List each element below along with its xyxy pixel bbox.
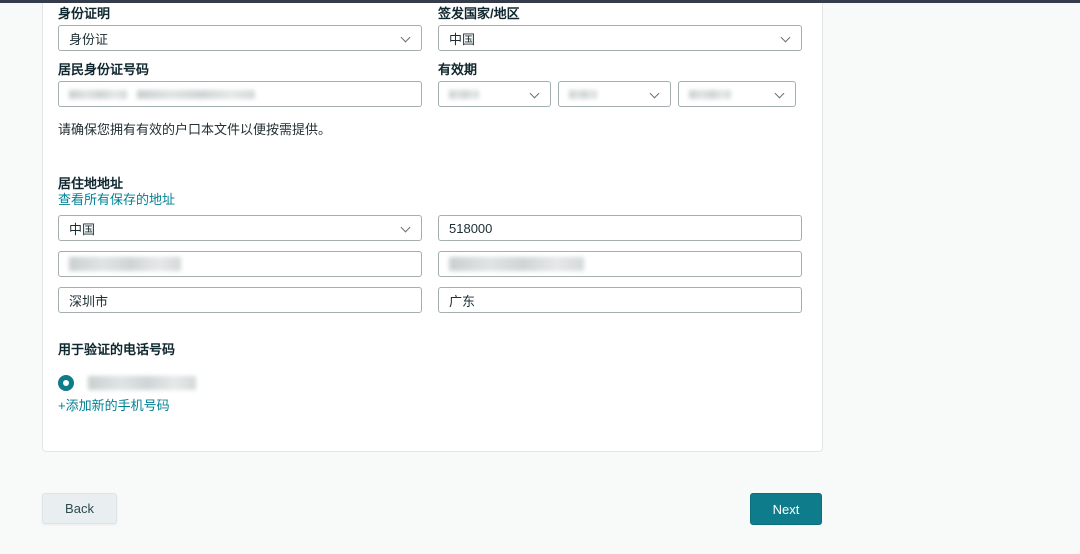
city-input[interactable]: 深圳市	[58, 287, 422, 313]
redacted-value	[449, 90, 479, 99]
identity-proof-value: 身份证	[69, 29, 108, 48]
form-card: 身份证明 身份证 签发国家/地区 中国 居民身份证号码 有效期	[42, 3, 823, 452]
province-value: 广东	[449, 291, 475, 310]
phone-number-redacted	[88, 376, 196, 390]
address-country-value: 中国	[69, 219, 95, 238]
validity-label: 有效期	[438, 63, 802, 77]
id-number-input[interactable]	[58, 81, 422, 107]
id-number-label: 居民身份证号码	[58, 63, 422, 77]
redacted-value	[69, 257, 181, 271]
chevron-down-icon	[401, 223, 411, 233]
issuing-country-label: 签发国家/地区	[438, 7, 802, 21]
id-number-field: 居民身份证号码	[58, 63, 422, 107]
next-button[interactable]: Next	[750, 493, 822, 525]
validity-field: 有效期	[438, 63, 802, 107]
phone-radio-dot	[63, 380, 69, 386]
identity-proof-field: 身份证明 身份证	[58, 7, 422, 51]
phone-option-row	[58, 373, 807, 393]
validity-day-select[interactable]	[438, 81, 551, 107]
validity-month-select[interactable]	[558, 81, 671, 107]
redacted-value	[689, 90, 731, 99]
redacted-value	[449, 257, 584, 271]
address-line1-input[interactable]	[58, 251, 422, 277]
redacted-value	[69, 90, 127, 99]
phone-label: 用于验证的电话号码	[58, 343, 807, 357]
postal-code-value: 518000	[449, 221, 492, 236]
redacted-value	[137, 90, 255, 99]
add-phone-link[interactable]: +添加新的手机号码	[58, 399, 807, 413]
address-line2-input[interactable]	[438, 251, 802, 277]
city-value: 深圳市	[69, 291, 108, 310]
chevron-down-icon	[401, 33, 411, 43]
issuing-country-value: 中国	[449, 29, 475, 48]
issuing-country-field: 签发国家/地区 中国	[438, 7, 802, 51]
address-country-select[interactable]: 中国	[58, 215, 422, 241]
identity-proof-label: 身份证明	[58, 7, 422, 21]
validity-year-select[interactable]	[678, 81, 796, 107]
address-section-title: 居住地地址	[58, 177, 807, 191]
redacted-value	[569, 90, 597, 99]
chevron-down-icon	[775, 89, 785, 99]
issuing-country-select[interactable]: 中国	[438, 25, 802, 51]
province-input[interactable]: 广东	[438, 287, 802, 313]
chevron-down-icon	[781, 33, 791, 43]
chevron-down-icon	[530, 89, 540, 99]
hukou-note: 请确保您拥有有效的户口本文件以便按需提供。	[58, 123, 807, 137]
view-saved-addresses-link[interactable]: 查看所有保存的地址	[58, 193, 807, 207]
chevron-down-icon	[650, 89, 660, 99]
identity-proof-select[interactable]: 身份证	[58, 25, 422, 51]
phone-radio[interactable]	[58, 375, 74, 391]
back-button[interactable]: Back	[42, 493, 117, 524]
postal-code-input[interactable]: 518000	[438, 215, 802, 241]
